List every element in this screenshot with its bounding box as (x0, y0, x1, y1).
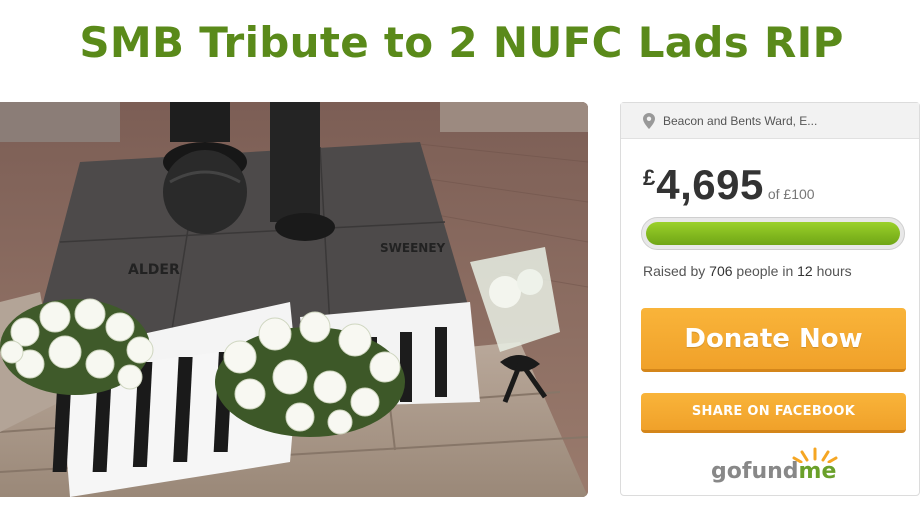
campaign-photo: ALDER SWEENEY (0, 102, 588, 497)
time-unit: hours (816, 263, 852, 279)
goal-text: of £100 (767, 186, 815, 202)
progress-bar (641, 217, 905, 250)
amount-raised: £ 4,695 of £100 (643, 161, 815, 209)
logo-fund: fund (741, 459, 799, 484)
logo-me: me (798, 459, 837, 484)
logo-text: gofundme (711, 459, 836, 484)
location-bar: Beacon and Bents Ward, E... (621, 103, 919, 139)
shirt-name-right: SWEENEY (380, 241, 446, 255)
raised-prefix: Raised by (643, 263, 706, 279)
donate-button[interactable]: Donate Now (641, 308, 906, 372)
progress-fill (646, 222, 900, 245)
amount-value: 4,695 (656, 161, 764, 208)
page-title: SMB Tribute to 2 NUFC Lads RIP (79, 18, 844, 67)
time-value: 12 (797, 263, 813, 279)
currency-symbol: £ (643, 165, 656, 190)
campaign-card: Beacon and Bents Ward, E... £ 4,695 of £… (620, 102, 920, 496)
gofundme-logo[interactable]: gofundme (711, 443, 841, 487)
shirt-name-left: ALDER (128, 262, 180, 278)
people-count: 706 (709, 263, 733, 279)
raised-summary: Raised by 706 people in 12 hours (643, 263, 852, 279)
location-pin-icon (643, 112, 655, 129)
logo-go: go (711, 459, 742, 484)
location-text[interactable]: Beacon and Bents Ward, E... (663, 114, 817, 128)
share-facebook-button[interactable]: SHARE ON FACEBOOK (641, 393, 906, 433)
tribute-photo-illustration: ALDER SWEENEY (0, 102, 588, 497)
people-suffix: people in (736, 263, 794, 279)
